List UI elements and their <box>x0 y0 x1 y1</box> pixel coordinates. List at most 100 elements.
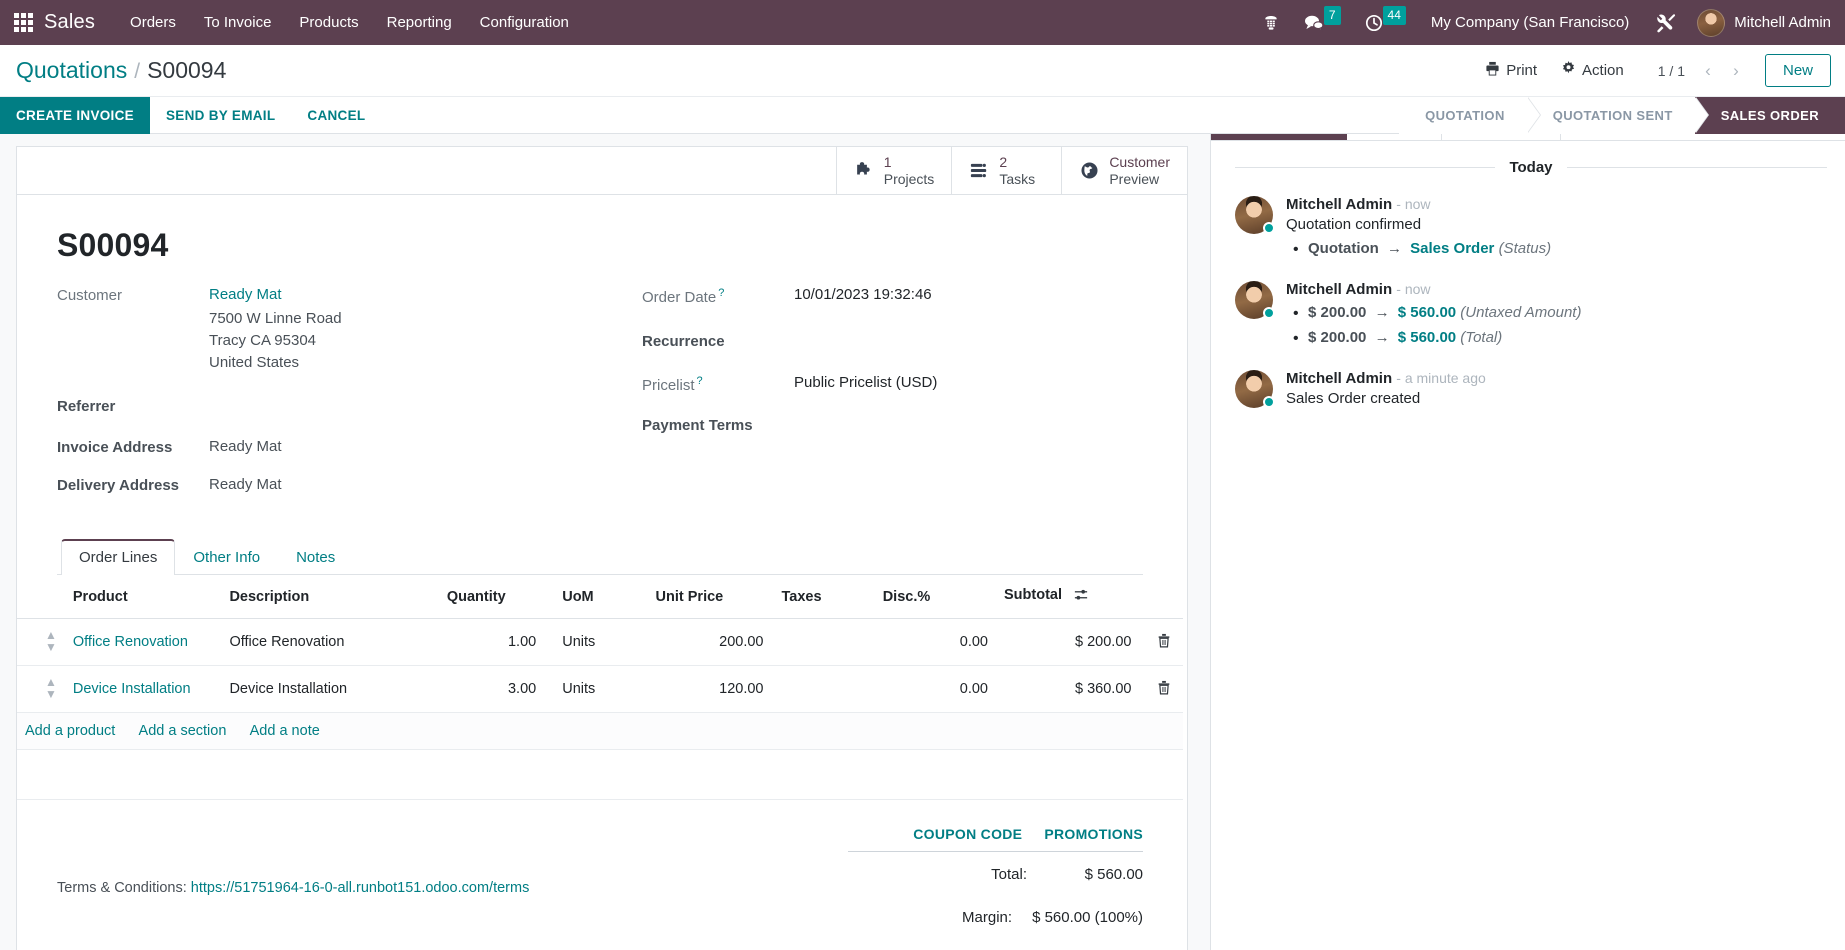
th-description[interactable]: Description <box>221 575 439 620</box>
drag-handle-icon[interactable]: ▲ ▼ <box>45 676 57 700</box>
delivery-address-label: Delivery Address <box>57 477 180 495</box>
cell-quantity[interactable]: 3.00 <box>438 665 545 714</box>
tab-order-lines[interactable]: Order Lines <box>61 539 176 576</box>
add-a-note-link[interactable]: Add a note <box>250 723 320 739</box>
status-quotation-sent[interactable]: QUOTATION SENT <box>1526 97 1709 134</box>
th-subtotal[interactable]: Subtotal <box>996 575 1140 620</box>
activities-button[interactable]: Activities <box>1441 134 1561 140</box>
status-sales-order[interactable]: SALES ORDER <box>1694 97 1845 134</box>
cell-unit-price[interactable]: 120.00 <box>647 665 772 714</box>
status-quotation[interactable]: QUOTATION <box>1399 97 1541 134</box>
user-menu[interactable]: Mitchell Admin <box>1689 8 1831 37</box>
pager-previous-icon[interactable]: ‹ <box>1695 58 1721 84</box>
cell-taxes[interactable] <box>771 618 875 667</box>
activities-clock-icon[interactable]: 44 <box>1354 0 1417 45</box>
trash-icon[interactable] <box>1147 633 1171 652</box>
drag-handle-icon[interactable]: ▲ ▼ <box>45 629 57 653</box>
send-message-button[interactable]: Send message <box>1211 134 1348 140</box>
wrench-screwdriver-icon[interactable] <box>1645 0 1687 45</box>
table-row[interactable]: ▲ ▼ Device Installation Device Installati… <box>17 665 1183 714</box>
th-discount[interactable]: Disc.% <box>874 575 996 620</box>
cell-discount[interactable]: 0.00 <box>874 618 996 667</box>
smart-button-tasks[interactable]: 2 Tasks <box>951 147 1061 194</box>
messages-badge: 7 <box>1323 6 1341 25</box>
paperclip-icon[interactable] <box>1613 134 1647 136</box>
th-quantity[interactable]: Quantity <box>438 575 545 620</box>
message-author[interactable]: Mitchell Admin <box>1286 370 1392 387</box>
th-uom[interactable]: UoM <box>544 575 648 620</box>
smart-button-customer-preview[interactable]: Customer Preview <box>1061 147 1187 194</box>
menu-orders[interactable]: Orders <box>119 8 187 37</box>
form-column-left: Customer Ready Mat 7500 W Linne Road Tra… <box>57 286 600 517</box>
message-author[interactable]: Mitchell Admin <box>1286 196 1392 213</box>
pager-value[interactable]: 1 / 1 <box>1650 63 1693 79</box>
log-note-button[interactable]: Log note <box>1347 134 1441 140</box>
add-a-product-link[interactable]: Add a product <box>25 723 115 739</box>
th-unit-price[interactable]: Unit Price <box>647 575 772 620</box>
order-date-label: Order Date? <box>642 286 794 306</box>
cell-unit-price[interactable]: 200.00 <box>647 618 772 667</box>
th-product[interactable]: Product <box>64 575 222 620</box>
cell-taxes[interactable] <box>771 665 875 714</box>
cell-description[interactable]: Device Installation <box>221 665 439 714</box>
invoice-address-value[interactable]: Ready Mat <box>209 438 282 455</box>
cell-product-link[interactable]: Office Renovation <box>73 634 188 650</box>
cell-description[interactable]: Office Renovation <box>221 618 439 667</box>
add-a-section-link[interactable]: Add a section <box>139 723 227 739</box>
optional-columns-toggle-icon[interactable] <box>1074 588 1088 606</box>
avatar[interactable] <box>1235 369 1275 408</box>
cell-uom[interactable]: Units <box>544 618 648 667</box>
cell-discount[interactable]: 0.00 <box>874 665 996 714</box>
total-row: Total: $ 560.00 <box>848 852 1143 883</box>
row-drag-handle[interactable]: ▲ ▼ <box>17 665 65 714</box>
recurrence-label: Recurrence <box>642 333 725 350</box>
voip-phone-icon[interactable] <box>1251 0 1291 45</box>
empty-filler-row <box>17 749 1183 801</box>
row-drag-handle[interactable]: ▲ ▼ <box>17 618 65 667</box>
messages-icon[interactable]: 7 <box>1293 0 1352 45</box>
smart-button-projects[interactable]: 1 Projects <box>835 147 952 194</box>
promotions-button[interactable]: PROMOTIONS <box>1044 826 1143 842</box>
apps-grid-icon[interactable] <box>10 10 36 36</box>
pricelist-help-icon[interactable]: ? <box>697 375 703 387</box>
create-invoice-button[interactable]: CREATE INVOICE <box>0 96 150 134</box>
tab-other-info[interactable]: Other Info <box>175 539 278 575</box>
send-by-email-button[interactable]: SEND BY EMAIL <box>150 97 291 134</box>
action-button[interactable]: Action <box>1549 56 1636 85</box>
notebook-icon[interactable] <box>1575 134 1609 136</box>
menu-products[interactable]: Products <box>288 8 369 37</box>
cancel-button[interactable]: CANCEL <box>291 97 381 134</box>
avatar[interactable] <box>1235 281 1275 320</box>
menu-configuration[interactable]: Configuration <box>469 8 580 37</box>
coupon-code-button[interactable]: COUPON CODE <box>913 826 1022 842</box>
menu-reporting[interactable]: Reporting <box>376 8 463 37</box>
company-switcher[interactable]: My Company (San Francisco) <box>1419 14 1643 31</box>
pager-next-icon[interactable]: › <box>1723 58 1749 84</box>
new-button[interactable]: New <box>1764 54 1831 87</box>
delivery-address-value[interactable]: Ready Mat <box>209 476 282 493</box>
terms-url-link[interactable]: https://51751964-16-0-all.runbot151.odoo… <box>191 880 530 896</box>
pricelist-value[interactable]: Public Pricelist (USD) <box>794 374 937 391</box>
cell-product[interactable]: Device Installation <box>64 665 222 714</box>
order-date-value[interactable]: 10/01/2023 19:32:46 <box>794 286 932 303</box>
table-row[interactable]: ▲ ▼ Office Renovation Office Renovation 1… <box>17 618 1183 667</box>
app-brand-sales[interactable]: Sales <box>44 11 95 34</box>
cell-quantity[interactable]: 1.00 <box>438 618 545 667</box>
customer-value[interactable]: Ready Mat <box>209 286 342 303</box>
order-date-help-icon[interactable]: ? <box>718 287 724 299</box>
message-author[interactable]: Mitchell Admin <box>1286 281 1392 298</box>
breadcrumb-quotations[interactable]: Quotations <box>16 57 127 84</box>
cell-product[interactable]: Office Renovation <box>64 618 222 667</box>
th-taxes[interactable]: Taxes <box>771 575 875 620</box>
cell-product-link[interactable]: Device Installation <box>73 681 191 697</box>
trash-icon[interactable] <box>1147 680 1171 699</box>
cell-delete[interactable] <box>1139 618 1183 667</box>
cell-uom[interactable]: Units <box>544 665 648 714</box>
tasks-list-icon <box>969 160 990 181</box>
cell-delete[interactable] <box>1139 665 1183 714</box>
print-button[interactable]: Print <box>1473 56 1549 85</box>
list-item: Mitchell Admin - a minute ago Sales Orde… <box>1235 369 1827 411</box>
avatar[interactable] <box>1235 196 1275 234</box>
tab-notes[interactable]: Notes <box>278 539 353 575</box>
menu-to-invoice[interactable]: To Invoice <box>193 8 283 37</box>
